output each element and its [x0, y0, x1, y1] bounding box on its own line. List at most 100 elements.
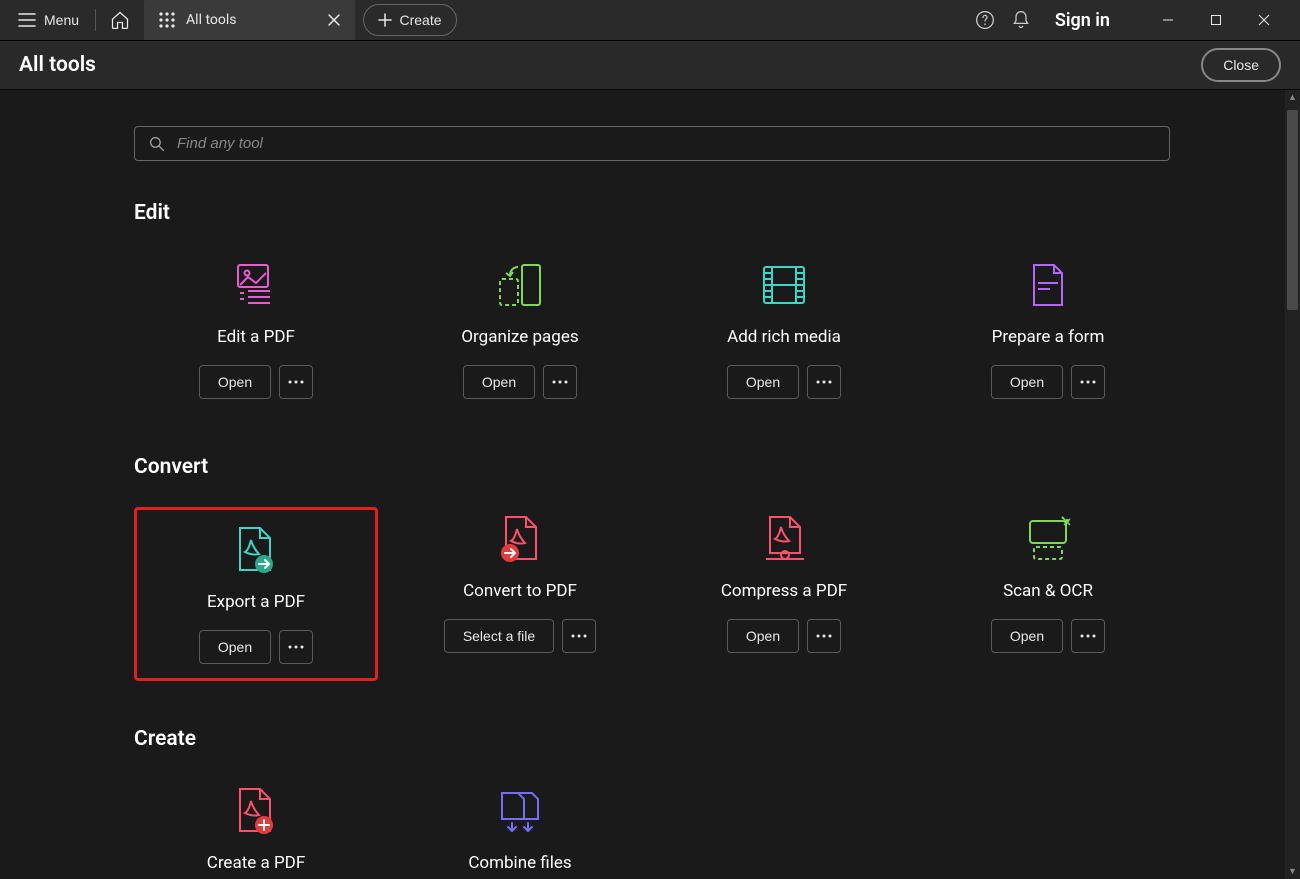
ellipsis-icon [816, 380, 832, 384]
scrollbar-thumb[interactable] [1287, 110, 1298, 310]
more-button[interactable] [543, 365, 577, 399]
more-button[interactable] [807, 619, 841, 653]
menu-button[interactable]: Menu [6, 5, 91, 35]
tab-all-tools[interactable]: All tools [144, 0, 354, 40]
signin-link[interactable]: Sign in [1047, 6, 1118, 35]
bell-icon[interactable] [1011, 10, 1031, 30]
minimize-icon [1162, 14, 1174, 26]
tool-card[interactable]: Compress a PDF Open [662, 507, 906, 681]
tool-label: Export a PDF [207, 592, 305, 612]
tool-label: Scan & OCR [1003, 581, 1093, 601]
open-button[interactable]: Open [991, 619, 1063, 653]
tool-card[interactable]: Convert to PDF Select a file [398, 507, 642, 681]
section-title: Convert [134, 455, 1170, 479]
edit-pdf-icon [232, 261, 280, 309]
minimize-button[interactable] [1144, 1, 1192, 39]
ellipsis-icon [288, 380, 304, 384]
tool-card[interactable]: Scan & OCR Open [926, 507, 1170, 681]
main: EditEdit a PDFOpenOrganize pagesOpenAdd … [0, 90, 1300, 879]
more-button[interactable] [562, 619, 596, 653]
tool-label: Create a PDF [207, 853, 305, 873]
combine-files-icon [496, 787, 544, 835]
compress-pdf-icon [760, 515, 808, 563]
tool-card[interactable]: Create a PDFOpen [134, 779, 378, 879]
search-input[interactable] [177, 135, 1155, 152]
open-button[interactable]: Open [463, 365, 535, 399]
scroll-up-icon[interactable]: ▲ [1285, 90, 1300, 105]
titlebar: Menu All tools Create Sign in [0, 0, 1300, 41]
close-icon [1258, 14, 1270, 26]
open-button[interactable]: Select a file [444, 619, 554, 653]
apps-icon [158, 11, 176, 29]
tool-actions: Open [991, 365, 1105, 399]
home-icon [110, 10, 130, 30]
tool-label: Convert to PDF [463, 581, 577, 601]
more-button[interactable] [1071, 619, 1105, 653]
maximize-icon [1210, 14, 1222, 26]
hamburger-icon [18, 11, 36, 29]
tool-actions: Open [199, 365, 313, 399]
tool-grid: Create a PDFOpenCombine filesOpen [134, 779, 1170, 879]
more-button[interactable] [807, 365, 841, 399]
open-button[interactable]: Open [199, 365, 271, 399]
scroll-down-icon[interactable]: ▼ [1285, 864, 1300, 879]
scan-ocr-icon [1024, 515, 1072, 563]
convert-pdf-icon [496, 515, 544, 563]
search-field[interactable] [134, 126, 1170, 161]
create-label: Create [400, 12, 442, 28]
tool-card[interactable]: Organize pages Open [398, 253, 642, 409]
menu-label: Menu [44, 12, 79, 28]
tool-actions: Open [199, 630, 313, 664]
open-button[interactable]: Open [199, 630, 271, 664]
section-title: Edit [134, 201, 1170, 225]
close-window-button[interactable] [1240, 1, 1288, 39]
tool-actions: Open [727, 619, 841, 653]
ellipsis-icon [1080, 380, 1096, 384]
tool-label: Combine files [468, 853, 571, 873]
tool-card[interactable]: Export a PDF Open [134, 507, 378, 681]
separator [95, 9, 96, 31]
open-button[interactable]: Open [991, 365, 1063, 399]
create-button[interactable]: Create [363, 4, 457, 36]
maximize-button[interactable] [1192, 1, 1240, 39]
organize-pages-icon [496, 261, 544, 309]
export-pdf-icon [232, 526, 280, 574]
tool-label: Organize pages [461, 327, 578, 347]
ellipsis-icon [571, 634, 587, 638]
help-icon[interactable] [975, 10, 995, 30]
tool-grid: Export a PDF Open Convert to PDF Select a f… [134, 507, 1170, 681]
tool-label: Add rich media [727, 327, 841, 347]
tool-card[interactable]: Edit a PDF Open [134, 253, 378, 409]
subheader: All tools Close [0, 41, 1300, 90]
tool-card[interactable]: Prepare a form Open [926, 253, 1170, 409]
tab-label: All tools [186, 12, 236, 28]
tool-actions: Open [727, 365, 841, 399]
prepare-form-icon [1024, 261, 1072, 309]
tool-label: Edit a PDF [217, 327, 295, 347]
tool-card[interactable]: Add rich media Open [662, 253, 906, 409]
ellipsis-icon [1080, 634, 1096, 638]
open-button[interactable]: Open [727, 365, 799, 399]
ellipsis-icon [288, 645, 304, 649]
more-button[interactable] [279, 630, 313, 664]
rich-media-icon [760, 261, 808, 309]
tool-label: Prepare a form [992, 327, 1105, 347]
open-button[interactable]: Open [727, 619, 799, 653]
tool-card[interactable]: Combine filesOpen [398, 779, 642, 879]
ellipsis-icon [552, 380, 568, 384]
search-icon [149, 136, 165, 152]
page-title: All tools [19, 53, 96, 77]
more-button[interactable] [1071, 365, 1105, 399]
home-button[interactable] [100, 2, 140, 38]
scrollbar[interactable]: ▲ ▼ [1285, 90, 1300, 879]
tool-actions: Select a file [444, 619, 596, 653]
plus-icon [378, 13, 392, 27]
create-pdf-icon [232, 787, 280, 835]
tool-label: Compress a PDF [721, 581, 847, 601]
tool-grid: Edit a PDFOpenOrganize pagesOpenAdd rich… [134, 253, 1170, 409]
ellipsis-icon [816, 634, 832, 638]
more-button[interactable] [279, 365, 313, 399]
close-button[interactable]: Close [1201, 48, 1281, 82]
close-icon[interactable] [327, 13, 341, 27]
titlebar-right: Sign in [975, 1, 1294, 39]
